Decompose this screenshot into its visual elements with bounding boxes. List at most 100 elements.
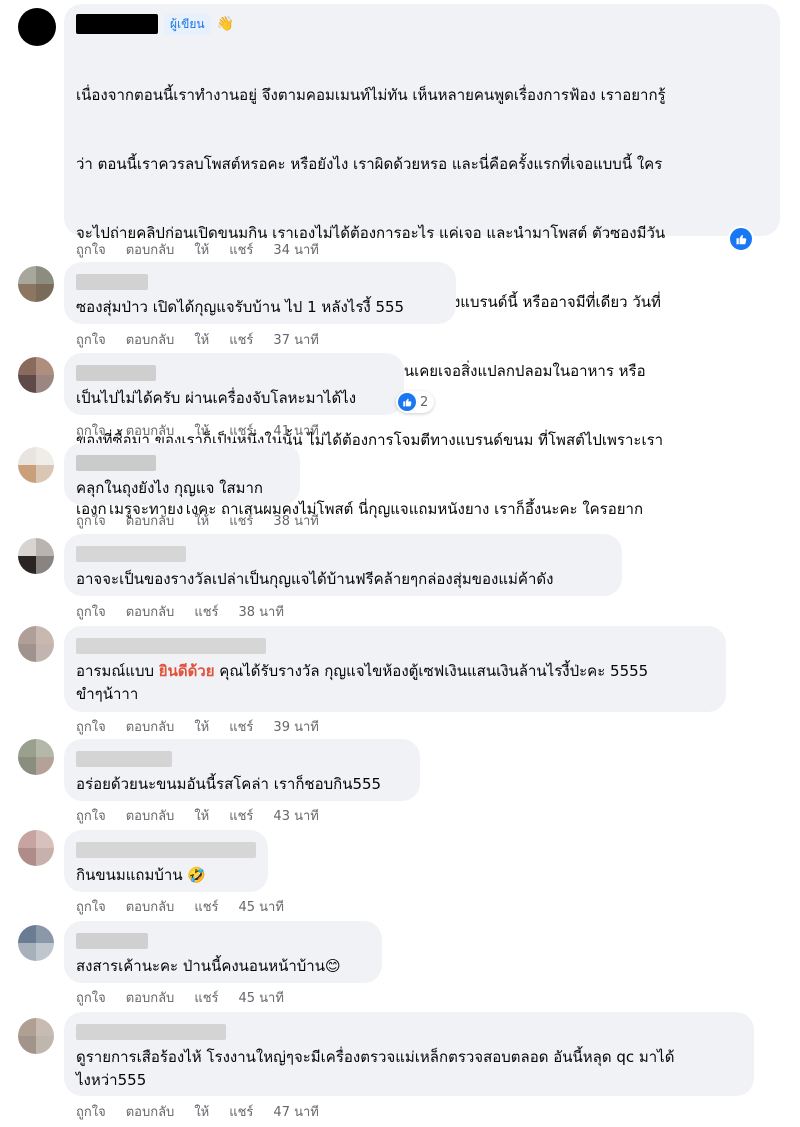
comment-text: กินขนมแถมบ้าน 🤣 (76, 866, 207, 884)
avatar[interactable] (18, 626, 54, 662)
like-link[interactable]: ถูกใจ (76, 1101, 106, 1122)
like-reaction-icon[interactable] (728, 226, 754, 252)
like-link[interactable]: ถูกใจ (76, 805, 106, 826)
comment: ดูรายการเสือร้องไห้ โรงงานใหญ่ๆจะมีเครื่… (0, 1012, 800, 1127)
share-link[interactable]: แชร์ (229, 805, 253, 826)
reaction-count: 2 (420, 394, 429, 410)
avatar[interactable] (18, 925, 54, 961)
reply-link[interactable]: ตอบกลับ (126, 510, 175, 531)
comment-author: ผู้เขียน 👋 เนื่องจากตอนนี้เราทำงานอยู่ จ… (0, 0, 800, 587)
avatar[interactable] (18, 538, 54, 574)
give-link[interactable]: ให้ (194, 239, 209, 260)
reply-link[interactable]: ตอบกลับ (126, 716, 175, 737)
timestamp[interactable]: 41 นาที (273, 420, 318, 441)
reaction-count-badge[interactable]: 2 (396, 391, 435, 413)
comment-bubble: ผู้เขียน 👋 เนื่องจากตอนนี้เราทำงานอยู่ จ… (64, 4, 780, 587)
avatar[interactable] (18, 447, 54, 483)
avatar[interactable] (18, 739, 54, 775)
like-link[interactable]: ถูกใจ (76, 329, 106, 350)
timestamp[interactable]: 38 นาที (239, 601, 284, 622)
author-name-redacted[interactable] (76, 274, 148, 290)
comment-bubble: อาจจะเป็นของรางวัลเปล่าเป็นกุญแจได้บ้านฟ… (64, 534, 622, 596)
share-link[interactable]: แชร์ (229, 1101, 253, 1122)
like-link[interactable]: ถูกใจ (76, 601, 106, 622)
reply-link[interactable]: ตอบกลับ (126, 1101, 175, 1122)
comment-text: สงสารเค้านะคะ ป่านนี้คงนอนหน้าบ้าน😊 (76, 957, 341, 975)
share-link[interactable]: แชร์ (194, 896, 218, 917)
give-link[interactable]: ให้ (194, 716, 209, 737)
wave-hand-icon: 👋 (216, 16, 235, 32)
reply-link[interactable]: ตอบกลับ (126, 601, 175, 622)
reply-link[interactable]: ตอบกลับ (126, 805, 175, 826)
share-link[interactable]: แชร์ (229, 510, 253, 531)
author-name-redacted[interactable] (76, 365, 156, 381)
avatar[interactable] (18, 8, 56, 46)
author-name-redacted[interactable] (76, 933, 148, 949)
comment: อาจจะเป็นของรางวัลเปล่าเป็นกุญแจได้บ้านฟ… (0, 534, 800, 624)
author-name-redacted[interactable] (76, 14, 158, 34)
reply-link[interactable]: ตอบกลับ (126, 239, 175, 260)
comment-actions: ถูกใจ ตอบกลับ ให้ แชร์ 47 นาที (76, 1101, 319, 1122)
reply-link[interactable]: ตอบกลับ (126, 420, 175, 441)
timestamp[interactable]: 34 นาที (273, 239, 318, 260)
reply-link[interactable]: ตอบกลับ (126, 329, 175, 350)
comment-bubble: ดูรายการเสือร้องไห้ โรงงานใหญ่ๆจะมีเครื่… (64, 1012, 754, 1096)
share-link[interactable]: แชร์ (229, 329, 253, 350)
give-link[interactable]: ให้ (194, 510, 209, 531)
share-link[interactable]: แชร์ (229, 239, 253, 260)
reply-link[interactable]: ตอบกลับ (126, 896, 175, 917)
share-link[interactable]: แชร์ (194, 987, 218, 1008)
comment-actions: ถูกใจ ตอบกลับ แชร์ 45 นาที (76, 987, 284, 1008)
like-link[interactable]: ถูกใจ (76, 239, 106, 260)
author-name-redacted[interactable] (76, 842, 256, 858)
give-link[interactable]: ให้ (194, 1101, 209, 1122)
timestamp[interactable]: 47 นาที (273, 1101, 318, 1122)
comment-bubble: ซองสุ่มป่าว เปิดได้กุญแจรับบ้าน ไป 1 หลั… (64, 262, 456, 324)
comment-bubble: อร่อยด้วยนะขนมอันนี้รสโคล่า เราก็ชอบกิน5… (64, 739, 420, 801)
author-name-redacted[interactable] (76, 1024, 226, 1040)
timestamp[interactable]: 38 นาที (273, 510, 318, 531)
comment-text: ซองสุ่มป่าว เปิดได้กุญแจรับบ้าน ไป 1 หลั… (76, 298, 405, 316)
comment: คลุกในถุงยังไง กุญแจ ใสมาก ถูกใจ ตอบกลับ… (0, 443, 800, 533)
avatar[interactable] (18, 266, 54, 302)
timestamp[interactable]: 39 นาที (273, 716, 318, 737)
avatar[interactable] (18, 357, 54, 393)
comment: สงสารเค้านะคะ ป่านนี้คงนอนหน้าบ้าน😊 ถูกใ… (0, 921, 800, 1011)
comment-actions: ถูกใจ ตอบกลับ ให้ แชร์ 37 นาที (76, 329, 319, 350)
author-name-redacted[interactable] (76, 638, 266, 654)
highlighted-text: ยินดีด้วย (158, 662, 215, 680)
author-name-redacted[interactable] (76, 546, 186, 562)
timestamp[interactable]: 37 นาที (273, 329, 318, 350)
author-name-redacted[interactable] (76, 455, 156, 471)
timestamp[interactable]: 43 นาที (273, 805, 318, 826)
comment-text: ดูรายการเสือร้องไห้ โรงงานใหญ่ๆจะมีเครื่… (76, 1048, 675, 1089)
like-link[interactable]: ถูกใจ (76, 896, 106, 917)
avatar[interactable] (18, 1018, 54, 1054)
avatar[interactable] (18, 830, 54, 866)
comment-bubble: เป็นไปไม่ได้ครับ ผ่านเครื่องจับโลหะมาได้… (64, 353, 404, 415)
comment-actions: ถูกใจ ตอบกลับ แชร์ 45 นาที (76, 896, 284, 917)
give-link[interactable]: ให้ (194, 420, 209, 441)
reply-link[interactable]: ตอบกลับ (126, 987, 175, 1008)
share-link[interactable]: แชร์ (229, 420, 253, 441)
comment: กินขนมแถมบ้าน 🤣 ถูกใจ ตอบกลับ แชร์ 45 นา… (0, 830, 800, 920)
comment: อร่อยด้วยนะขนมอันนี้รสโคล่า เราก็ชอบกิน5… (0, 739, 800, 829)
timestamp[interactable]: 45 นาที (239, 987, 284, 1008)
comment: ซองสุ่มป่าว เปิดได้กุญแจรับบ้าน ไป 1 หลั… (0, 262, 800, 352)
author-name-redacted[interactable] (76, 751, 172, 767)
comment-text: คลุกในถุงยังไง กุญแจ ใสมาก (76, 479, 264, 497)
like-link[interactable]: ถูกใจ (76, 987, 106, 1008)
comment-text: เป็นไปไม่ได้ครับ ผ่านเครื่องจับโลหะมาได้… (76, 389, 357, 407)
timestamp[interactable]: 45 นาที (239, 896, 284, 917)
like-link[interactable]: ถูกใจ (76, 510, 106, 531)
comment-actions: ถูกใจ ตอบกลับ แชร์ 38 นาที (76, 601, 284, 622)
like-link[interactable]: ถูกใจ (76, 420, 106, 441)
author-badge: ผู้เขียน (164, 13, 211, 35)
share-link[interactable]: แชร์ (229, 716, 253, 737)
give-link[interactable]: ให้ (194, 329, 209, 350)
give-link[interactable]: ให้ (194, 805, 209, 826)
comment-text: อาจจะเป็นของรางวัลเปล่าเป็นกุญแจได้บ้านฟ… (76, 570, 554, 588)
share-link[interactable]: แชร์ (194, 601, 218, 622)
like-link[interactable]: ถูกใจ (76, 716, 106, 737)
comment: เป็นไปไม่ได้ครับ ผ่านเครื่องจับโลหะมาได้… (0, 353, 800, 443)
